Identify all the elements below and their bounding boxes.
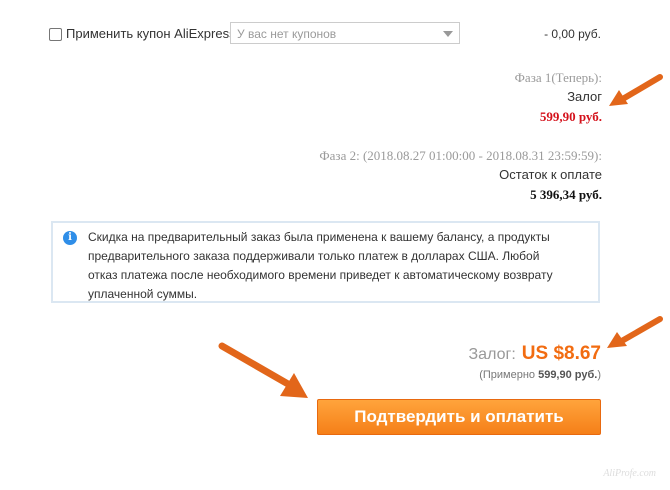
annotation-arrow-icon [605,315,663,351]
phase-2-amount: 5 396,34 руб. [530,187,602,202]
coupon-discount-amount: - 0,00 руб. [544,27,601,41]
apply-coupon-checkbox[interactable] [49,28,62,41]
preorder-notice: i Скидка на предварительный заказ была п… [51,221,600,303]
phase-1-title: Фаза 1(Теперь): [514,70,602,85]
coupon-select[interactable]: У вас нет купонов [230,22,460,44]
phase-1-label: Залог [567,89,602,104]
approx-value: 599,90 руб. [538,369,598,381]
chevron-down-icon [443,31,453,37]
approx-suffix: ) [597,369,601,381]
phase-2-title: Фаза 2: (2018.08.27 01:00:00 - 2018.08.3… [319,148,602,163]
deposit-label: Залог: [468,346,516,363]
deposit-amount: US $8.67 [521,343,601,364]
apply-coupon-label[interactable]: Применить купон AliExpress: [66,26,239,41]
coupon-row: Применить купон AliExpress: У вас нет ку… [49,22,609,46]
approx-prefix: (Примерно [479,369,539,381]
confirm-and-pay-button[interactable]: Подтвердить и оплатить [317,399,601,435]
annotation-arrow-icon [607,73,663,109]
phase-1-block: Фаза 1(Теперь): Залог 599,90 руб. [515,69,602,125]
phase-2-block: Фаза 2: (2018.08.27 01:00:00 - 2018.08.3… [319,147,602,205]
preorder-notice-text: Скидка на предварительный заказ была при… [88,230,553,301]
phase-1-amount: 599,90 руб. [539,109,602,124]
phase-2-label: Остаток к оплате [499,167,602,182]
deposit-total: Залог: US $8.67 [469,343,602,365]
coupon-select-value: У вас нет купонов [237,27,337,41]
annotation-arrow-icon [216,340,312,402]
watermark: AliProfe.com [603,468,656,479]
info-icon: i [63,231,77,245]
deposit-approx: (Примерно 599,90 руб.) [479,369,601,381]
